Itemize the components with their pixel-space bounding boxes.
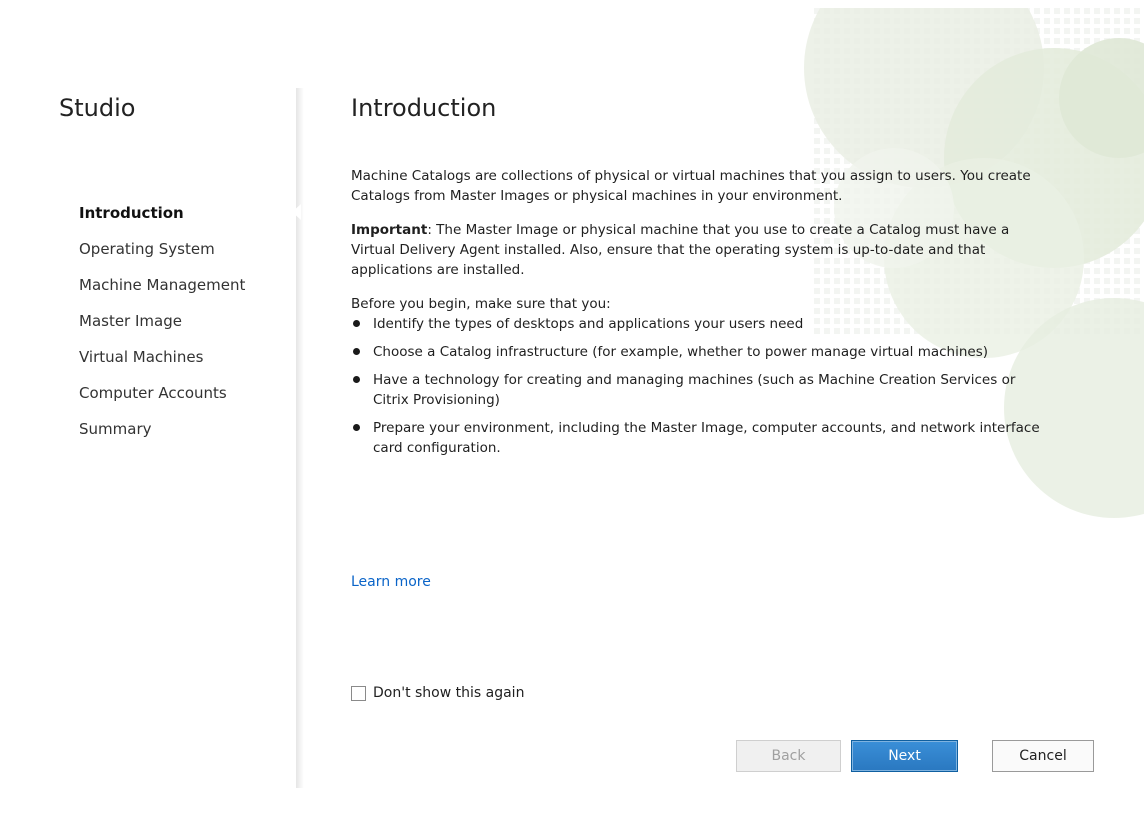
bullet-icon (353, 320, 360, 327)
list-item: Have a technology for creating and manag… (351, 370, 1041, 410)
list-item: Prepare your environment, including the … (351, 418, 1041, 458)
important-text: : The Master Image or physical machine t… (351, 222, 1010, 278)
main-content: Introduction Machine Catalogs are collec… (351, 8, 1131, 814)
step-virtual-machines[interactable]: Virtual Machines (79, 348, 245, 384)
dont-show-again-checkbox[interactable] (351, 685, 366, 701)
step-list: Introduction Operating System Machine Ma… (79, 204, 245, 456)
step-master-image[interactable]: Master Image (79, 312, 245, 348)
bullet-icon (353, 424, 360, 431)
list-item-text: Have a technology for creating and manag… (373, 372, 1016, 408)
intro-body: Machine Catalogs are collections of phys… (351, 166, 1041, 466)
active-step-pointer (292, 204, 301, 220)
list-item: Choose a Catalog infrastructure (for exa… (351, 342, 1041, 362)
page-title: Introduction (351, 94, 497, 122)
back-button[interactable]: Back (736, 740, 841, 772)
list-item-text: Choose a Catalog infrastructure (for exa… (373, 344, 989, 360)
bullet-icon (353, 376, 360, 383)
list-item-text: Identify the types of desktops and appli… (373, 316, 804, 332)
next-button[interactable]: Next (851, 740, 958, 772)
wizard-window: Studio Introduction Operating System Mac… (8, 8, 1144, 814)
wizard-buttons: Back Next Cancel (736, 740, 1094, 772)
step-computer-accounts[interactable]: Computer Accounts (79, 384, 245, 420)
dont-show-again-option[interactable]: Don't show this again (351, 685, 524, 701)
step-machine-management[interactable]: Machine Management (79, 276, 245, 312)
list-item-text: Prepare your environment, including the … (373, 420, 1040, 456)
cancel-button[interactable]: Cancel (992, 740, 1094, 772)
prerequisite-list: Identify the types of desktops and appli… (351, 314, 1041, 458)
important-paragraph: Important: The Master Image or physical … (351, 220, 1041, 280)
important-label: Important (351, 222, 428, 238)
before-begin-text: Before you begin, make sure that you: (351, 296, 611, 312)
nav-shadow (296, 88, 304, 788)
app-title: Studio (59, 94, 136, 122)
step-summary[interactable]: Summary (79, 420, 245, 456)
list-item: Identify the types of desktops and appli… (351, 314, 1041, 334)
step-operating-system[interactable]: Operating System (79, 240, 245, 276)
bullet-icon (353, 348, 360, 355)
learn-more-link[interactable]: Learn more (351, 574, 431, 590)
step-introduction[interactable]: Introduction (79, 204, 245, 240)
wizard-nav: Studio Introduction Operating System Mac… (8, 8, 300, 814)
intro-paragraph: Machine Catalogs are collections of phys… (351, 168, 1031, 204)
dont-show-again-label: Don't show this again (373, 685, 525, 701)
